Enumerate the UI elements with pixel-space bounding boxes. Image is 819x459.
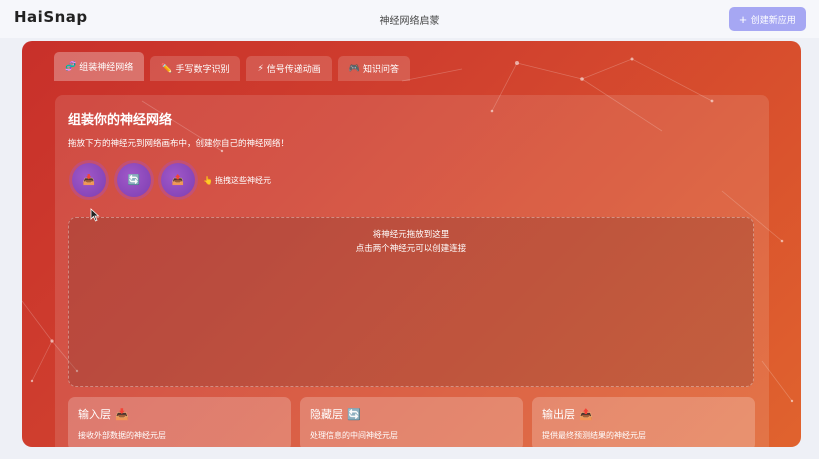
create-app-label: 创建新应用 (750, 14, 796, 25)
pencil-icon: ✏️ (161, 63, 173, 74)
layer-description: 处理信息的中间神经元层 (310, 431, 398, 440)
layer-name: 输出层 (542, 408, 575, 421)
network-canvas-drop-zone[interactable]: 将神经元拖放到这里 点击两个神经元可以创建连接 (68, 217, 754, 387)
tab-label: 组装神经网络 (79, 63, 134, 73)
layer-card-output: 输出层 📤 提供最终预测结果的神经元层 (532, 397, 755, 447)
input-neuron[interactable]: 📥 (72, 163, 106, 197)
layer-card-hidden: 隐藏层 🔄 处理信息的中间神经元层 (300, 397, 523, 447)
gamepad-icon: 🎮 (348, 63, 361, 74)
layer-name: 隐藏层 (310, 408, 343, 421)
pointer-icon: 👆 (203, 176, 213, 185)
drag-hint-text: 拖拽这些神经元 (214, 176, 271, 185)
panel-description: 拖放下方的神经元到网络画布中，创建你自己的神经网络！ (68, 139, 290, 149)
create-app-button[interactable]: + 创建新应用 (729, 7, 806, 31)
mouse-cursor-icon (90, 208, 100, 222)
cycle-icon: 🔄 (347, 407, 361, 421)
tab-label: 信号传递动画 (266, 65, 321, 75)
layer-description: 提供最终预测结果的神经元层 (542, 431, 646, 440)
app-stage: 🧬 组装神经网络 ✏️ 手写数字识别 ⚡ 信号传递动画 🎮 知识问答 组装你的神… (22, 41, 801, 447)
tab-handwriting[interactable]: ✏️ 手写数字识别 (150, 56, 241, 81)
layer-description: 接收外部数据的神经元层 (78, 431, 166, 440)
page-title: 神经网络启蒙 (379, 16, 440, 27)
inbox-icon: 📥 (115, 407, 129, 421)
layer-name: 输入层 (78, 408, 111, 421)
outbox-icon: 📤 (171, 174, 185, 186)
layer-card-input: 输入层 📥 接收外部数据的神经元层 (68, 397, 291, 447)
tab-label: 知识问答 (363, 65, 400, 75)
plus-icon: + (739, 11, 747, 27)
tab-quiz[interactable]: 🎮 知识问答 (337, 56, 411, 81)
lightning-icon: ⚡ (257, 63, 264, 74)
tab-bar: 🧬 组装神经网络 ✏️ 手写数字识别 ⚡ 信号传递动画 🎮 知识问答 (54, 52, 411, 81)
drop-zone-instruction: 将神经元拖放到这里 (372, 230, 450, 240)
inbox-icon: 📥 (82, 174, 96, 186)
cycle-icon: 🔄 (127, 174, 141, 186)
drop-zone-hint: 点击两个神经元可以创建连接 (355, 244, 467, 254)
top-bar: HaiSnap 神经网络启蒙 + 创建新应用 (0, 0, 819, 38)
tab-label: 手写数字识别 (175, 65, 230, 75)
hidden-neuron[interactable]: 🔄 (117, 163, 151, 197)
output-neuron[interactable]: 📤 (161, 163, 195, 197)
panel-title: 组装你的神经网络 (68, 113, 173, 128)
tab-signal-animation[interactable]: ⚡ 信号传递动画 (246, 56, 332, 81)
dna-icon: 🧬 (65, 61, 77, 72)
outbox-icon: 📤 (579, 407, 593, 421)
drag-hint: 👆 拖拽这些神经元 (203, 175, 271, 186)
build-network-panel: 组装你的神经网络 拖放下方的神经元到网络画布中，创建你自己的神经网络！ 📥 🔄 … (55, 95, 769, 447)
tab-build-network[interactable]: 🧬 组装神经网络 (54, 52, 145, 81)
